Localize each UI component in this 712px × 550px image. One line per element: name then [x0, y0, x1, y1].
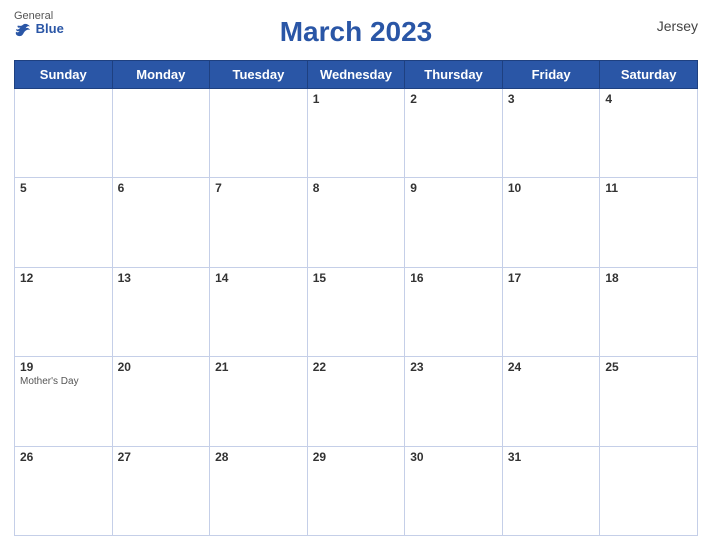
calendar-week-row: 1234: [15, 89, 698, 178]
calendar-cell: 21: [210, 357, 308, 446]
calendar-cell: 4: [600, 89, 698, 178]
calendar-cell: 22: [307, 357, 405, 446]
day-number: 1: [313, 92, 400, 106]
day-number: 17: [508, 271, 595, 285]
calendar-cell: 8: [307, 178, 405, 267]
calendar-cell: [112, 89, 210, 178]
day-number: 2: [410, 92, 497, 106]
calendar-cell: 18: [600, 267, 698, 356]
day-number: 5: [20, 181, 107, 195]
calendar-cell: 20: [112, 357, 210, 446]
day-number: 15: [313, 271, 400, 285]
calendar-cell: 10: [502, 178, 600, 267]
day-number: 4: [605, 92, 692, 106]
day-number: 19: [20, 360, 107, 374]
calendar-cell: 25: [600, 357, 698, 446]
calendar-title: March 2023: [280, 16, 433, 48]
day-number: 12: [20, 271, 107, 285]
day-number: 18: [605, 271, 692, 285]
region-label: Jersey: [657, 18, 698, 34]
day-number: 24: [508, 360, 595, 374]
day-number: 9: [410, 181, 497, 195]
col-tuesday: Tuesday: [210, 61, 308, 89]
calendar-cell: 5: [15, 178, 113, 267]
day-number: 7: [215, 181, 302, 195]
calendar-cell: 13: [112, 267, 210, 356]
weekday-header-row: Sunday Monday Tuesday Wednesday Thursday…: [15, 61, 698, 89]
calendar-cell: 27: [112, 446, 210, 535]
calendar-table: Sunday Monday Tuesday Wednesday Thursday…: [14, 60, 698, 536]
day-number: 13: [118, 271, 205, 285]
event-label: Mother's Day: [20, 376, 107, 387]
logo: General Blue: [14, 10, 64, 37]
calendar-cell: [15, 89, 113, 178]
calendar-cell: 23: [405, 357, 503, 446]
calendar-cell: 17: [502, 267, 600, 356]
col-thursday: Thursday: [405, 61, 503, 89]
calendar-cell: 2: [405, 89, 503, 178]
calendar-cell: 9: [405, 178, 503, 267]
day-number: 23: [410, 360, 497, 374]
logo-blue: Blue: [14, 22, 64, 37]
day-number: 8: [313, 181, 400, 195]
calendar-cell: 31: [502, 446, 600, 535]
calendar-cell: 16: [405, 267, 503, 356]
calendar-cell: [600, 446, 698, 535]
day-number: 20: [118, 360, 205, 374]
calendar: General Blue March 2023 Jersey Sunday Mo…: [0, 0, 712, 550]
calendar-week-row: 12 13 14 15 16 17 18: [15, 267, 698, 356]
day-number: 30: [410, 450, 497, 464]
col-wednesday: Wednesday: [307, 61, 405, 89]
day-number: 14: [215, 271, 302, 285]
calendar-cell: 11: [600, 178, 698, 267]
logo-bird-icon: [14, 23, 32, 37]
day-number: 21: [215, 360, 302, 374]
calendar-cell: 7: [210, 178, 308, 267]
day-number: 25: [605, 360, 692, 374]
calendar-cell: 29: [307, 446, 405, 535]
day-number: 29: [313, 450, 400, 464]
col-saturday: Saturday: [600, 61, 698, 89]
calendar-cell: 30: [405, 446, 503, 535]
day-number: 16: [410, 271, 497, 285]
day-number: 3: [508, 92, 595, 106]
calendar-cell: 1: [307, 89, 405, 178]
col-friday: Friday: [502, 61, 600, 89]
day-number: 6: [118, 181, 205, 195]
day-number: 27: [118, 450, 205, 464]
calendar-header: General Blue March 2023 Jersey: [14, 10, 698, 54]
calendar-cell: 28: [210, 446, 308, 535]
day-number: 31: [508, 450, 595, 464]
col-monday: Monday: [112, 61, 210, 89]
calendar-cell: 6: [112, 178, 210, 267]
calendar-cell: 14: [210, 267, 308, 356]
col-sunday: Sunday: [15, 61, 113, 89]
calendar-week-row: 19 Mother's Day 20 21 22 23 24 25: [15, 357, 698, 446]
calendar-cell: 12: [15, 267, 113, 356]
calendar-cell: 19 Mother's Day: [15, 357, 113, 446]
calendar-cell: 26: [15, 446, 113, 535]
day-number: 10: [508, 181, 595, 195]
calendar-cell: 3: [502, 89, 600, 178]
calendar-cell: 24: [502, 357, 600, 446]
day-number: 26: [20, 450, 107, 464]
day-number: 22: [313, 360, 400, 374]
day-number: 11: [605, 181, 692, 195]
calendar-week-row: 56789 10 11: [15, 178, 698, 267]
calendar-cell: 15: [307, 267, 405, 356]
day-number: 28: [215, 450, 302, 464]
calendar-cell: [210, 89, 308, 178]
calendar-week-row: 26 27 28 29 30 31: [15, 446, 698, 535]
